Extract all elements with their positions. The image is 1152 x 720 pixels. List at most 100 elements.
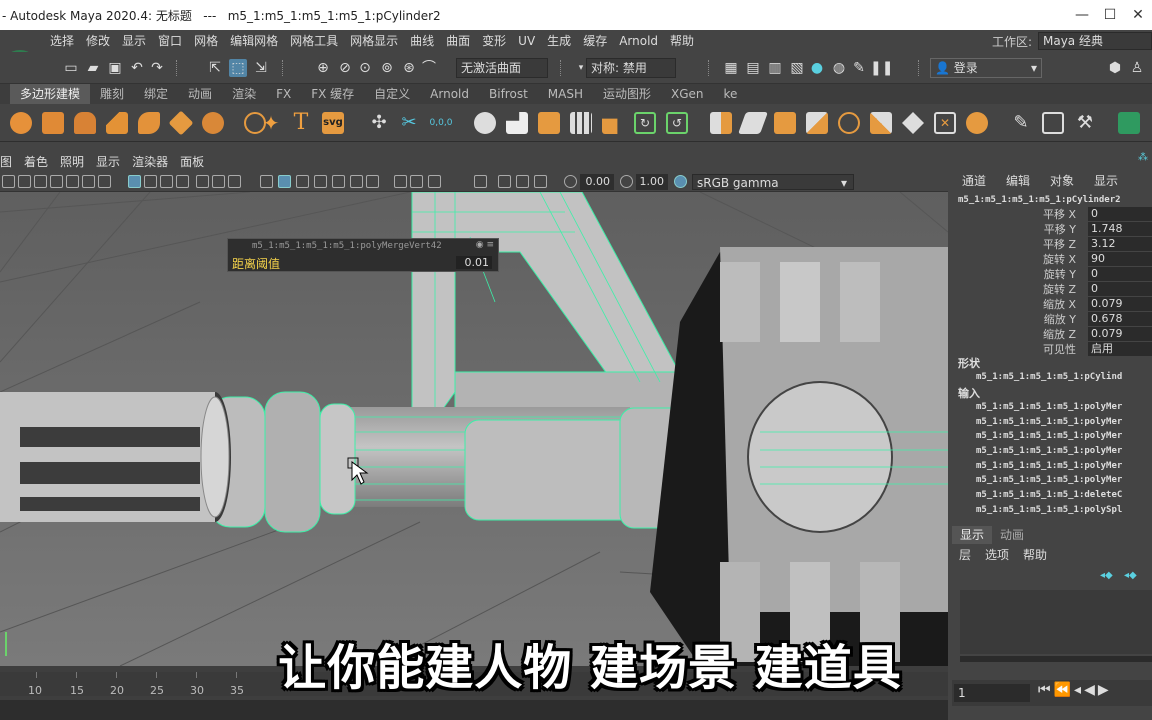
menu-mesh[interactable]: 网格: [188, 30, 224, 52]
le-menu-help[interactable]: 帮助: [1016, 546, 1054, 564]
cb-attr-row[interactable]: 旋转 Y0: [952, 267, 1152, 282]
poly-torus-icon[interactable]: [138, 112, 160, 134]
poly-cone-icon[interactable]: [106, 112, 128, 134]
tab-ke[interactable]: ke: [714, 84, 748, 104]
cb-attr-row[interactable]: 旋转 X 90: [952, 252, 1152, 267]
exposure-icon[interactable]: [564, 175, 577, 188]
panel-menu-renderer[interactable]: 渲染器: [126, 153, 174, 170]
make-live-icon[interactable]: ⌒: [420, 59, 438, 77]
gate-mask-icon[interactable]: [176, 175, 189, 188]
cb-input-node[interactable]: m5_1:m5_1:m5_1:m5_1:polyMer: [976, 417, 1122, 427]
panel-menu-show[interactable]: 显示: [90, 153, 126, 170]
anti-aliasing-icon[interactable]: [428, 175, 441, 188]
menu-cache[interactable]: 缓存: [577, 30, 613, 52]
cb-input-node[interactable]: m5_1:m5_1:m5_1:m5_1:polyMer: [976, 402, 1122, 412]
cb-attr-row[interactable]: 平移 Y 1.748: [952, 222, 1152, 237]
bridge-icon[interactable]: [602, 118, 618, 134]
open-scene-icon[interactable]: ▰: [84, 59, 102, 77]
tab-animation[interactable]: 动画: [178, 84, 222, 104]
xray-joints-icon[interactable]: [534, 175, 547, 188]
cb-node-name[interactable]: m5_1:m5_1:m5_1:m5_1:pCylinder2: [958, 195, 1121, 205]
separate-icon[interactable]: ✣: [368, 112, 390, 134]
bevel-icon[interactable]: ↻: [634, 112, 656, 134]
menu-curves[interactable]: 曲线: [404, 30, 440, 52]
cb-shape-node[interactable]: m5_1:m5_1:m5_1:m5_1:pCylind: [976, 372, 1122, 382]
attribute-editor-icon[interactable]: ♙: [1128, 59, 1146, 77]
workspace-dropdown[interactable]: Maya 经典: [1038, 32, 1152, 50]
cb-attr-row[interactable]: 旋转 Z0: [952, 282, 1152, 297]
snap-grid-icon[interactable]: ⊕: [314, 59, 332, 77]
xray-active-icon[interactable]: [516, 175, 529, 188]
cb-attr-row[interactable]: 缩放 Y 0.678: [952, 312, 1152, 327]
extract-icon[interactable]: ✂: [398, 112, 420, 134]
undo-icon[interactable]: ↶: [128, 59, 146, 77]
move-layer-down-icon[interactable]: ◂◆: [1124, 570, 1137, 581]
menu-uv[interactable]: UV: [512, 30, 541, 52]
minimize-button[interactable]: —: [1068, 0, 1096, 30]
select-camera-icon[interactable]: [2, 175, 15, 188]
hypershade-icon[interactable]: ●: [808, 59, 826, 77]
cb-menu-edit[interactable]: 编辑: [996, 172, 1040, 190]
tab-sculpting[interactable]: 雕刻: [90, 84, 134, 104]
exposure-field[interactable]: 0.00: [580, 174, 614, 190]
smooth-icon[interactable]: [538, 112, 560, 134]
poly-plane-icon[interactable]: [168, 110, 194, 136]
range-slider[interactable]: [0, 700, 948, 720]
poly-cylinder-icon[interactable]: [74, 112, 96, 134]
menu-deform[interactable]: 变形: [476, 30, 512, 52]
cb-attr-row[interactable]: 平移 Z 3.12: [952, 237, 1152, 252]
tab-custom[interactable]: 自定义: [364, 84, 420, 104]
save-scene-icon[interactable]: ▣: [106, 59, 124, 77]
film-gate-icon[interactable]: [144, 175, 157, 188]
tab-fx[interactable]: FX: [266, 84, 301, 104]
tab-fx-caching[interactable]: FX 缓存: [301, 84, 364, 104]
triangulate-icon[interactable]: [966, 112, 988, 134]
render-setup-icon[interactable]: ◍: [830, 59, 848, 77]
motion-blur-icon[interactable]: [410, 175, 423, 188]
merge-icon[interactable]: [806, 112, 828, 134]
use-default-material-icon[interactable]: [296, 175, 309, 188]
resolution-gate-icon[interactable]: [160, 175, 173, 188]
pause-icon[interactable]: ❚❚: [870, 59, 893, 77]
safe-title-icon[interactable]: [228, 175, 241, 188]
panel-menu-lighting[interactable]: 照明: [54, 153, 90, 170]
gamma-field[interactable]: 1.00: [636, 174, 668, 190]
grease-pencil-icon[interactable]: [66, 175, 79, 188]
tab-arnold[interactable]: Arnold: [420, 84, 479, 104]
poly-disc-icon[interactable]: [202, 112, 224, 134]
tab-bifrost[interactable]: Bifrost: [479, 84, 538, 104]
image-plane-icon[interactable]: [50, 175, 63, 188]
tab-motion-graphics[interactable]: 运动图形: [593, 84, 661, 104]
redo-icon[interactable]: ↷: [148, 59, 166, 77]
snap-point-icon[interactable]: ⊙: [356, 59, 374, 77]
maximize-button[interactable]: ☐: [1096, 0, 1124, 30]
live-surface-field[interactable]: 无激活曲面: [456, 58, 548, 78]
cb-input-node[interactable]: m5_1:m5_1:m5_1:m5_1:deleteC: [976, 490, 1122, 500]
cb-attr-row[interactable]: 缩放 Z 0.079: [952, 327, 1152, 342]
planar-map-icon[interactable]: ⚒: [1074, 112, 1096, 134]
login-dropdown[interactable]: 👤 登录 ▾: [930, 58, 1042, 78]
poly-cube-icon[interactable]: [42, 112, 64, 134]
isolate-select-icon[interactable]: [474, 175, 487, 188]
cb-input-node[interactable]: m5_1:m5_1:m5_1:m5_1:polyMer: [976, 431, 1122, 441]
smooth-shade-all-icon[interactable]: [278, 175, 291, 188]
modeling-toolkit-icon[interactable]: ⬢: [1106, 59, 1124, 77]
select-component-icon[interactable]: ⇲: [252, 59, 270, 77]
close-button[interactable]: ✕: [1124, 0, 1152, 30]
render-current-icon[interactable]: ▤: [744, 59, 762, 77]
combine-icon[interactable]: [474, 112, 496, 134]
cb-attr-row[interactable]: 缩放 X 0.079: [952, 297, 1152, 312]
render-view-icon[interactable]: ▦: [722, 59, 740, 77]
move-layer-up-icon[interactable]: ◂◆: [1100, 570, 1113, 581]
color-management-icon[interactable]: [674, 175, 687, 188]
mirror-icon[interactable]: [570, 112, 592, 134]
cb-input-node[interactable]: m5_1:m5_1:m5_1:m5_1:polyMer: [976, 461, 1122, 471]
color-space-dropdown[interactable]: sRGB gamma ▾: [692, 174, 854, 190]
menu-display[interactable]: 显示: [116, 30, 152, 52]
in-view-options-icon[interactable]: ◉ ≡: [476, 240, 494, 250]
use-all-lights-icon[interactable]: [350, 175, 363, 188]
menu-modify[interactable]: 修改: [80, 30, 116, 52]
safe-action-icon[interactable]: [212, 175, 225, 188]
cb-attr-row[interactable]: 可见性 启用: [952, 342, 1152, 357]
uv-toolkit-icon[interactable]: [1042, 112, 1064, 134]
